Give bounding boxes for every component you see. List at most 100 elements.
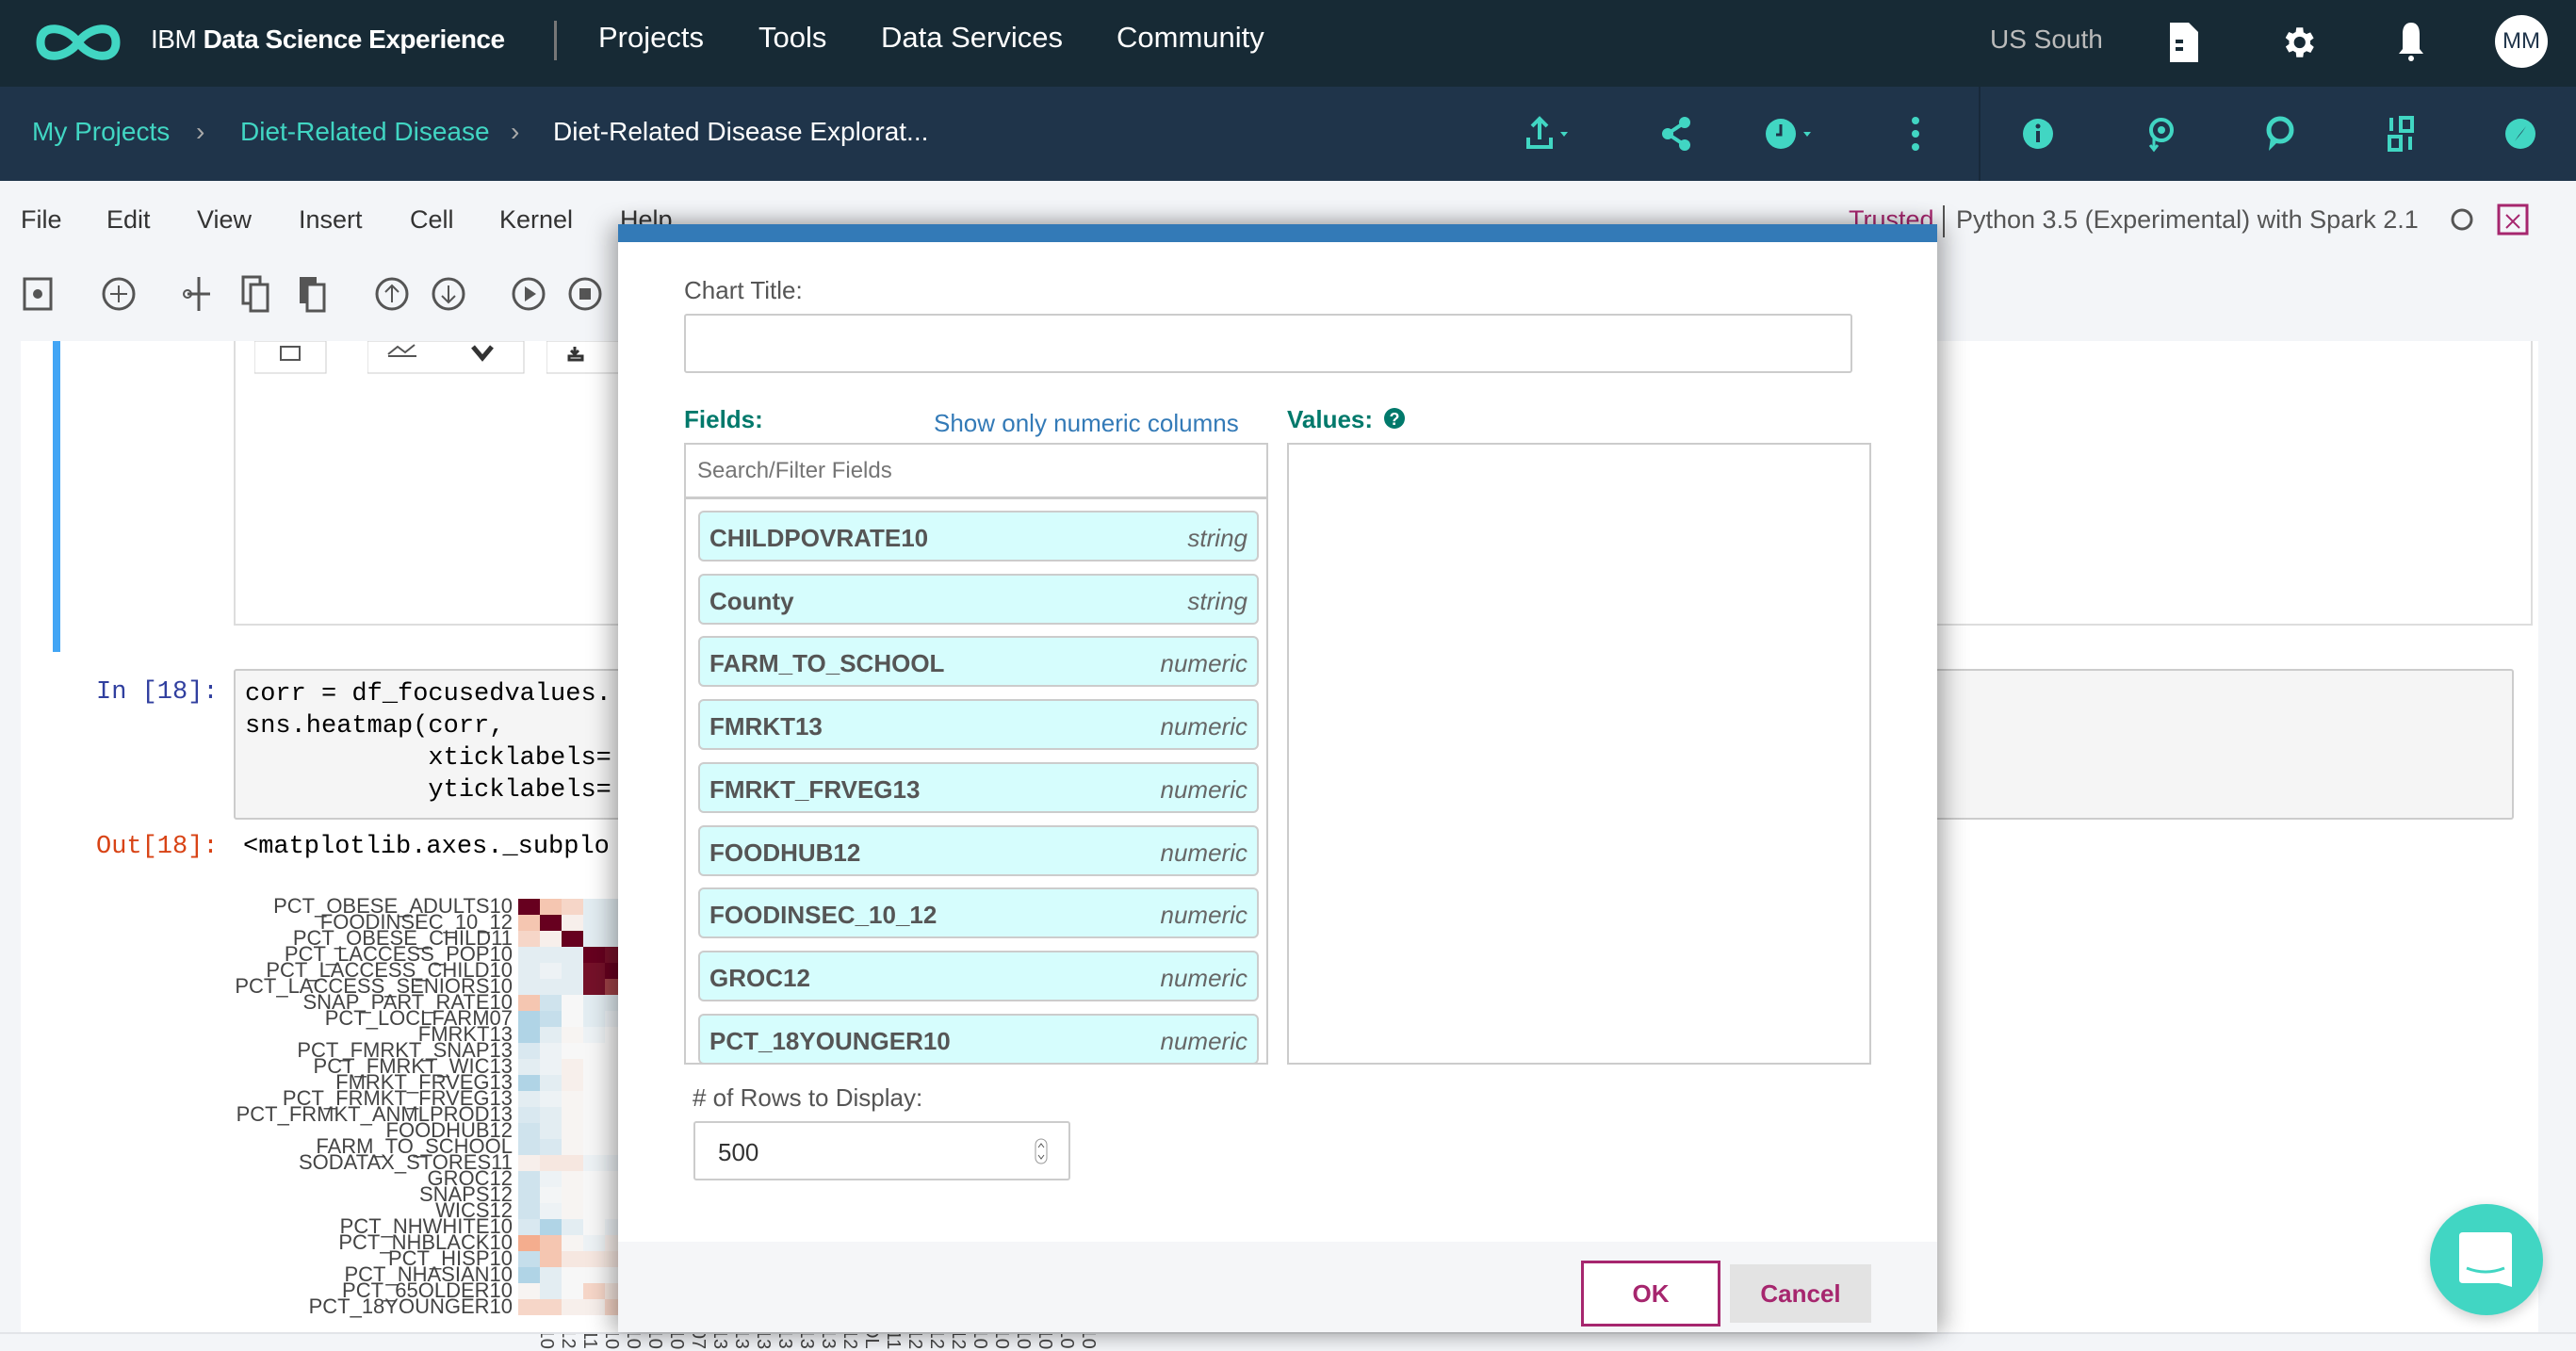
help-icon[interactable]: ?	[1383, 406, 1406, 431]
heatmap-cell	[562, 1027, 583, 1043]
show-numeric-columns-link[interactable]: Show only numeric columns	[934, 409, 1239, 438]
heatmap-cell	[518, 1235, 540, 1251]
nav-projects[interactable]: Projects	[598, 21, 704, 55]
dsx-logo-icon[interactable]	[33, 19, 123, 66]
heatmap-cell	[583, 1043, 605, 1059]
dialog-header	[618, 224, 1937, 242]
field-name: PCT_18YOUNGER10	[709, 1026, 951, 1055]
heatmap-cell	[562, 1299, 583, 1315]
menu-edit[interactable]: Edit	[106, 205, 151, 235]
nav-divider	[554, 21, 557, 60]
share-icon[interactable]	[1658, 115, 1696, 153]
document-icon[interactable]	[2170, 23, 2198, 62]
run-icon[interactable]	[510, 275, 547, 313]
heatmap-cell	[583, 1011, 605, 1027]
heatmap-cell	[583, 963, 605, 979]
menu-cell[interactable]: Cell	[410, 205, 454, 235]
field-item[interactable]: PCT_18YOUNGER10 numeric	[698, 1013, 1259, 1063]
stop-icon[interactable]	[566, 275, 604, 313]
values-drop-zone[interactable]	[1287, 443, 1871, 1065]
field-item[interactable]: CHILDPOVRATE10 string	[698, 511, 1259, 562]
menu-view[interactable]: View	[197, 205, 252, 235]
info-icon[interactable]	[2021, 115, 2059, 153]
heatmap-cell	[540, 1091, 562, 1107]
menu-file[interactable]: File	[21, 205, 62, 235]
heatmap-cell	[540, 1283, 562, 1299]
brand-title[interactable]: IBM Data Science Experience	[151, 24, 505, 55]
breadcrumb-separator: ›	[196, 117, 205, 146]
field-item[interactable]: FMRKT13 numeric	[698, 699, 1259, 751]
region-selector[interactable]: US South	[1990, 24, 2103, 55]
heatmap-cell	[518, 995, 540, 1011]
bell-icon[interactable]	[2396, 21, 2426, 62]
comments-icon[interactable]	[2261, 115, 2299, 153]
fields-list[interactable]: CHILDPOVRATE10 string County string FARM_TO_…	[684, 443, 1268, 1065]
find-data-icon[interactable]	[2143, 115, 2180, 153]
chat-button[interactable]	[2430, 1204, 2543, 1315]
heatmap-cell	[583, 1251, 605, 1267]
more-options-icon[interactable]	[1906, 115, 1925, 153]
heatmap-cell	[518, 1155, 540, 1171]
heatmap-cell	[518, 1267, 540, 1283]
ok-button[interactable]: OK	[1581, 1261, 1720, 1327]
stepper-icon[interactable]	[1035, 1138, 1048, 1164]
heatmap-cell	[540, 1219, 562, 1235]
field-type: numeric	[1160, 838, 1247, 867]
field-item[interactable]: GROC12 numeric	[698, 950, 1259, 1001]
paste-icon[interactable]	[294, 275, 332, 313]
binary-grid-icon[interactable]	[2384, 115, 2421, 153]
heatmap-cell	[540, 979, 562, 995]
nav-tools[interactable]: Tools	[758, 21, 826, 55]
heatmap-cell	[562, 931, 583, 947]
kernel-name: Python 3.5 (Experimental) with Spark 2.1	[1956, 205, 2419, 234]
download-icon[interactable]	[546, 341, 622, 375]
field-search-input[interactable]	[686, 445, 1266, 499]
heatmap-cell	[540, 1203, 562, 1219]
upload-icon[interactable]	[1524, 115, 1572, 153]
menu-insert[interactable]: Insert	[299, 205, 363, 235]
expand-icon[interactable]	[2497, 203, 2529, 236]
table-view-icon[interactable]	[254, 341, 330, 375]
heatmap-cell	[540, 1251, 562, 1267]
move-down-icon[interactable]	[430, 275, 467, 313]
field-type: numeric	[1160, 774, 1247, 804]
heatmap-cell	[540, 1027, 562, 1043]
heatmap-cell	[540, 915, 562, 931]
rows-label: # of Rows to Display:	[693, 1083, 923, 1112]
menu-kernel[interactable]: Kernel	[499, 205, 573, 235]
heatmap-cell	[583, 947, 605, 963]
field-item[interactable]: County string	[698, 573, 1259, 625]
chart-title-input[interactable]	[684, 314, 1852, 373]
nav-community[interactable]: Community	[1117, 21, 1264, 55]
gear-icon[interactable]	[2278, 23, 2318, 62]
field-item[interactable]: FOODINSEC_10_12 numeric	[698, 887, 1259, 939]
save-icon[interactable]	[21, 275, 58, 313]
heatmap-cell	[540, 1267, 562, 1283]
nav-data-services[interactable]: Data Services	[881, 21, 1063, 55]
cancel-button[interactable]: Cancel	[1730, 1264, 1871, 1323]
field-type: string	[1187, 586, 1247, 615]
field-name: FARM_TO_SCHOOL	[709, 649, 945, 678]
dialog-footer: OK Cancel	[618, 1242, 1937, 1332]
cut-icon[interactable]	[180, 275, 218, 313]
field-type: numeric	[1160, 901, 1247, 930]
breadcrumb-project[interactable]: Diet-Related Disease	[240, 117, 490, 147]
heatmap-cell	[583, 1155, 605, 1171]
rows-input[interactable]: 500	[693, 1121, 1070, 1180]
copy-icon[interactable]	[237, 275, 275, 313]
field-item[interactable]: FMRKT_FRVEG13 numeric	[698, 761, 1259, 813]
clock-icon[interactable]	[1764, 115, 1820, 153]
field-item[interactable]: FARM_TO_SCHOOL numeric	[698, 636, 1259, 688]
heatmap-cell	[583, 1203, 605, 1219]
heatmap-cell	[562, 1219, 583, 1235]
insert-cell-icon[interactable]	[100, 275, 138, 313]
chart-view-icon[interactable]	[367, 341, 528, 375]
field-item[interactable]: FOODHUB12 numeric	[698, 824, 1259, 876]
heatmap-cell	[562, 1011, 583, 1027]
breadcrumb-my-projects[interactable]: My Projects	[32, 117, 170, 147]
heatmap-cell	[518, 947, 540, 963]
move-up-icon[interactable]	[373, 275, 411, 313]
output-prompt: Out[18]:	[96, 833, 219, 861]
compass-icon[interactable]	[2502, 115, 2539, 153]
avatar[interactable]: MM	[2495, 15, 2548, 68]
